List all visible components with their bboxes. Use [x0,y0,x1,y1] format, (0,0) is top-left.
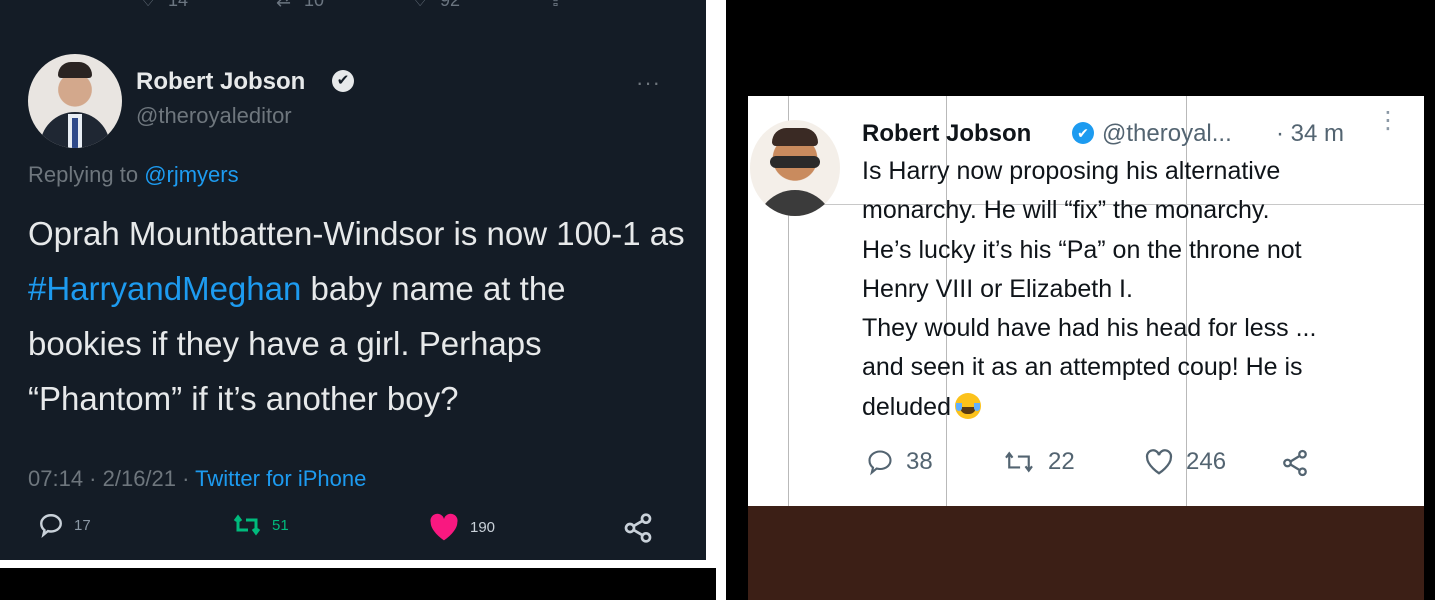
tweet-text: Is Harry now proposing his alternative m… [862,152,1412,427]
previous-reply-icon[interactable]: ♡ [140,0,156,11]
author-handle[interactable]: @theroyal... [1102,120,1232,148]
avatar[interactable] [750,120,840,216]
more-options-icon[interactable]: ⋮ [1376,109,1400,133]
retweet-count: 51 [272,516,289,534]
previous-like-icon[interactable]: ♡ [412,0,428,11]
like-count: 190 [470,518,496,536]
like-button[interactable]: 190 [428,512,495,542]
black-bar [0,568,716,600]
reply-icon [868,450,892,476]
author-handle[interactable]: @theroyaleditor [136,103,292,129]
previous-retweet-count: 10 [304,0,325,10]
tweet-source-link[interactable]: Twitter for iPhone [195,466,366,491]
author-name[interactable]: Robert Jobson [862,120,1031,148]
previous-retweet-icon[interactable]: ⇄ [276,0,291,11]
previous-like-count: 92 [440,0,461,10]
share-icon [1283,449,1307,477]
redaction-bar [748,506,1424,600]
retweet-button[interactable]: 51 [232,512,289,538]
verified-badge-icon: ✔ [332,70,354,92]
heart-icon [1145,449,1173,475]
reply-button[interactable]: 17 [38,512,91,538]
laughing-emoji-icon [954,392,981,419]
previous-reply-count: 14 [168,0,189,10]
right-tweet-card: Robert Jobson ✔ @theroyal... · 34 m ⋮ Is… [748,86,1424,600]
share-button[interactable] [1280,448,1310,478]
retweet-count: 22 [1048,448,1075,475]
black-bar [726,0,1435,72]
replying-to: Replying to @rjmyers [28,162,239,188]
share-button[interactable] [622,512,654,544]
retweet-button[interactable]: 22 [1002,448,1075,476]
reply-mention-link[interactable]: @rjmyers [144,162,238,187]
reply-count: 38 [906,448,933,475]
share-icon [624,513,652,543]
avatar[interactable] [28,54,122,148]
tweet-timestamp[interactable]: · 34 m [1276,120,1344,148]
like-button[interactable]: 246 [1144,448,1226,476]
verified-badge-icon: ✔ [1072,122,1094,144]
tweet-text-line: They would have had his head for less ..… [862,314,1317,343]
left-tweet-card: ♡ 14 ⇄ 10 ♡ 92 ⇪ Robert Jobson ✔ @theroy… [0,0,706,560]
retweet-icon [233,514,261,536]
reply-icon [40,514,62,538]
heart-icon [430,513,458,541]
tweet-text-part: Oprah Mountbatten-Windsor is now 100-1 a… [28,215,685,252]
tweet-text-line: Henry VIII or Elizabeth I. [862,274,1133,303]
more-options-icon[interactable]: ··· [636,70,661,96]
tweet-timestamp[interactable]: 07:14 · 2/16/21 · [28,466,195,491]
previous-tweet-actions: ♡ 14 ⇄ 10 ♡ 92 ⇪ [0,0,706,12]
tweet-text-line: Is Harry now proposing his alternative [862,157,1281,185]
tweet-text-line: He’s lucky it’s his “Pa” on the throne n… [862,235,1302,264]
hashtag-link[interactable]: #HarryandMeghan [28,270,301,307]
tweet-metadata: 07:14 · 2/16/21 · Twitter for iPhone [28,466,366,492]
divider [748,86,1424,96]
tweet-text-line: deluded [862,392,951,421]
author-name[interactable]: Robert Jobson [136,68,305,96]
like-count: 246 [1186,448,1227,475]
replying-to-label: Replying to [28,162,145,187]
tweet-text-line: and seen it as an attempted coup! He is [862,353,1303,382]
tweet-text-line: monarchy. He will “fix” the monarchy. [862,196,1270,225]
reply-button[interactable]: 38 [866,448,933,476]
previous-share-icon[interactable]: ⇪ [548,0,563,11]
reply-count: 17 [74,516,91,534]
tweet-text: Oprah Mountbatten-Windsor is now 100-1 a… [28,206,688,426]
divider [0,560,716,568]
retweet-icon [1005,451,1033,473]
